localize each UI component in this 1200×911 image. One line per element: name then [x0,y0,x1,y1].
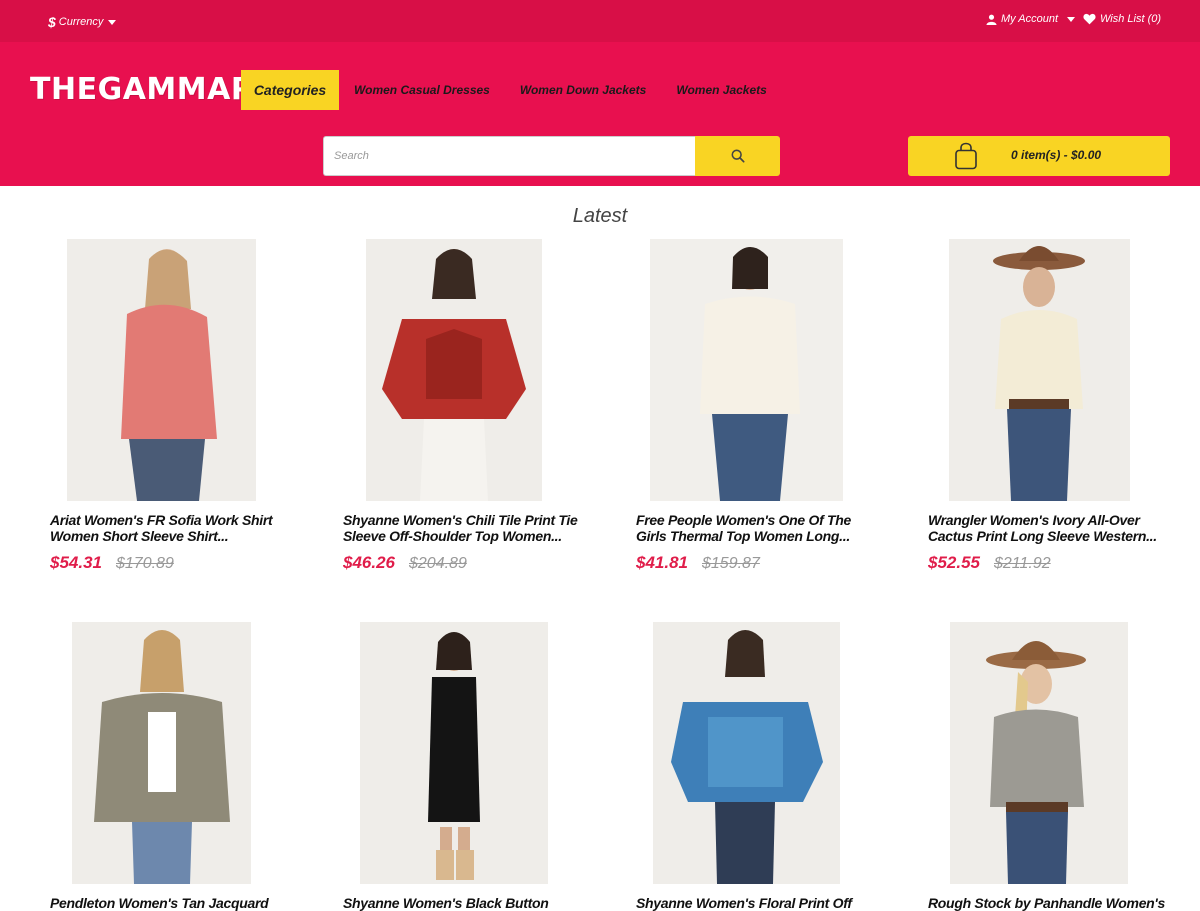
wish-list-link[interactable]: Wish List (0) [1083,13,1161,25]
product-old-price: $211.92 [994,555,1051,572]
nav-link-women-casual-dresses[interactable]: Women Casual Dresses [354,83,490,97]
nav-link-women-down-jackets[interactable]: Women Down Jackets [520,83,646,97]
heart-icon [1083,13,1096,25]
my-account-dropdown[interactable]: My Account [986,13,1076,25]
currency-dropdown[interactable]: $ Currency [48,14,117,30]
product-name[interactable]: Pendleton Women's Tan Jacquard [50,895,300,911]
product-photo [650,239,843,501]
search-bar [323,136,780,176]
product-image[interactable] [360,622,548,884]
product-price: $41.81 [636,553,688,572]
product-old-price: $159.87 [702,555,760,572]
product-photo [653,622,840,884]
currency-symbol: $ [48,14,56,30]
main-nav: Categories Women Casual Dresses Women Do… [241,70,782,110]
product-price: $54.31 [50,553,102,572]
product-image[interactable] [650,239,843,501]
product-prices: $54.31 $170.89 [50,553,174,573]
product-photo [366,239,542,501]
header: THEGAMMAPH Categories Women Casual Dress… [0,42,1200,186]
product-photo [72,622,251,884]
product-name[interactable]: Free People Women's One Of The Girls The… [636,512,886,544]
wish-list-label: Wish List (0) [1100,13,1162,25]
product-old-price: $170.89 [116,555,174,572]
product-name[interactable]: Wrangler Women's Ivory All-Over Cactus P… [928,512,1178,544]
product-image[interactable] [950,622,1128,884]
product-photo [949,239,1130,501]
product-name[interactable]: Shyanne Women's Chili Tile Print Tie Sle… [343,512,593,544]
categories-menu[interactable]: Categories [241,70,339,110]
section-title: Latest [572,205,628,227]
currency-label: Currency [58,16,104,28]
shopping-bag-icon [955,142,977,170]
product-photo [360,622,548,884]
product-image[interactable] [949,239,1130,501]
product-name[interactable]: Shyanne Women's Black Button [343,895,593,911]
search-button[interactable] [695,136,780,176]
user-icon [986,14,997,25]
product-image[interactable] [72,622,251,884]
product-photo [950,622,1128,884]
product-image[interactable] [366,239,542,501]
product-prices: $52.55 $211.92 [928,553,1051,573]
search-input[interactable] [323,136,695,176]
product-name[interactable]: Rough Stock by Panhandle Women's [928,895,1178,911]
my-account-label: My Account [1001,13,1059,25]
product-photo [67,239,256,501]
product-prices: $46.26 $204.89 [343,553,467,573]
product-name[interactable]: Shyanne Women's Floral Print Off [636,895,886,911]
chevron-down-icon [108,19,117,25]
chevron-down-icon [1067,16,1076,22]
product-image[interactable] [67,239,256,501]
product-image[interactable] [653,622,840,884]
search-icon [731,149,745,163]
product-price: $52.55 [928,553,980,572]
cart-summary: 0 item(s) - $0.00 [1011,148,1102,162]
cart-button[interactable]: 0 item(s) - $0.00 [908,136,1170,176]
product-prices: $41.81 $159.87 [636,553,760,573]
product-old-price: $204.89 [409,555,467,572]
top-bar: $ Currency My Account Wish List (0) [0,0,1200,42]
product-name[interactable]: Ariat Women's FR Sofia Work Shirt Women … [50,512,300,544]
product-price: $46.26 [343,553,395,572]
nav-link-women-jackets[interactable]: Women Jackets [676,83,767,97]
